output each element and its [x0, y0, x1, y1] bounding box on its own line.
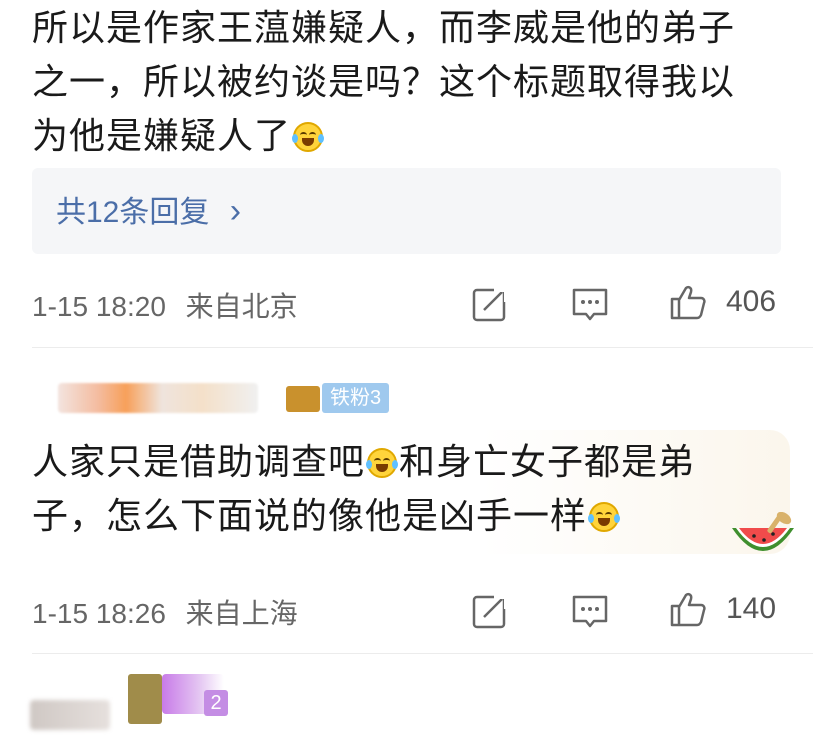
like-icon[interactable]	[668, 589, 708, 629]
like-icon[interactable]	[668, 282, 708, 322]
comment-1-meta: 1-15 18:20 来自北京	[32, 285, 298, 325]
watermelon-icon	[732, 512, 794, 551]
laugh-cry-emoji-icon	[292, 122, 325, 152]
username-blurred[interactable]	[58, 383, 258, 413]
comment-2-like-count: 140	[726, 592, 777, 625]
username-blurred[interactable]	[30, 700, 110, 730]
repost-icon[interactable]	[470, 284, 510, 324]
comment-1-line-1: 所以是作家王蕰嫌疑人，而李威是他的弟子	[32, 8, 736, 49]
repost-icon[interactable]	[470, 591, 510, 631]
comment-icon[interactable]	[570, 284, 610, 324]
user-avatar-blurred[interactable]	[286, 386, 320, 412]
comment-2-line-1b: 和身亡女子都是弟	[399, 442, 696, 483]
comment-2-text: 人家只是借助调查吧 和身亡女子都是弟 子，怎么下面说的像他是凶手一样	[32, 436, 752, 544]
comment-2-location: 来自上海	[185, 598, 298, 629]
view-replies-link[interactable]: 共12条回复 ›	[56, 192, 241, 232]
comment-1-line-2: 之一，所以被约谈是吗？这个标题取得我以	[32, 62, 736, 103]
comment-2-line-1: 人家只是借助调查吧 和身亡女子都是弟	[32, 436, 752, 490]
comment-2-timestamp: 1-15 18:26	[32, 598, 166, 629]
comment-1-timestamp: 1-15 18:20	[32, 291, 166, 322]
fan-badge: 2	[204, 690, 228, 716]
comment-icon[interactable]	[570, 591, 610, 631]
user-avatar-blurred[interactable]	[128, 674, 162, 724]
comment-1-line-3-text: 为他是嫌疑人了	[32, 116, 292, 157]
laugh-cry-emoji-icon	[588, 502, 621, 532]
comment-2-meta: 1-15 18:26 来自上海	[32, 592, 298, 632]
replies-label: 共12条回复	[56, 196, 210, 229]
comment-2-line-2: 子，怎么下面说的像他是凶手一样	[32, 490, 752, 544]
comment-2-line-2-text: 子，怎么下面说的像他是凶手一样	[32, 496, 588, 537]
comment-1-location: 来自北京	[185, 291, 298, 322]
replies-box[interactable]: 共12条回复 ›	[32, 168, 781, 254]
comment-1-text: 所以是作家王蕰嫌疑人，而李威是他的弟子 之一，所以被约谈是吗？这个标题取得我以 …	[32, 2, 813, 164]
divider	[32, 347, 813, 348]
laugh-cry-emoji-icon	[366, 448, 399, 478]
comment-1-line-3: 为他是嫌疑人了	[32, 110, 813, 164]
divider	[32, 653, 813, 654]
comment-2-line-1a: 人家只是借助调查吧	[32, 442, 366, 483]
chevron-right-icon: ›	[229, 192, 242, 230]
comment-1-like-count: 406	[726, 285, 777, 318]
fan-badge: 铁粉3	[322, 383, 390, 413]
